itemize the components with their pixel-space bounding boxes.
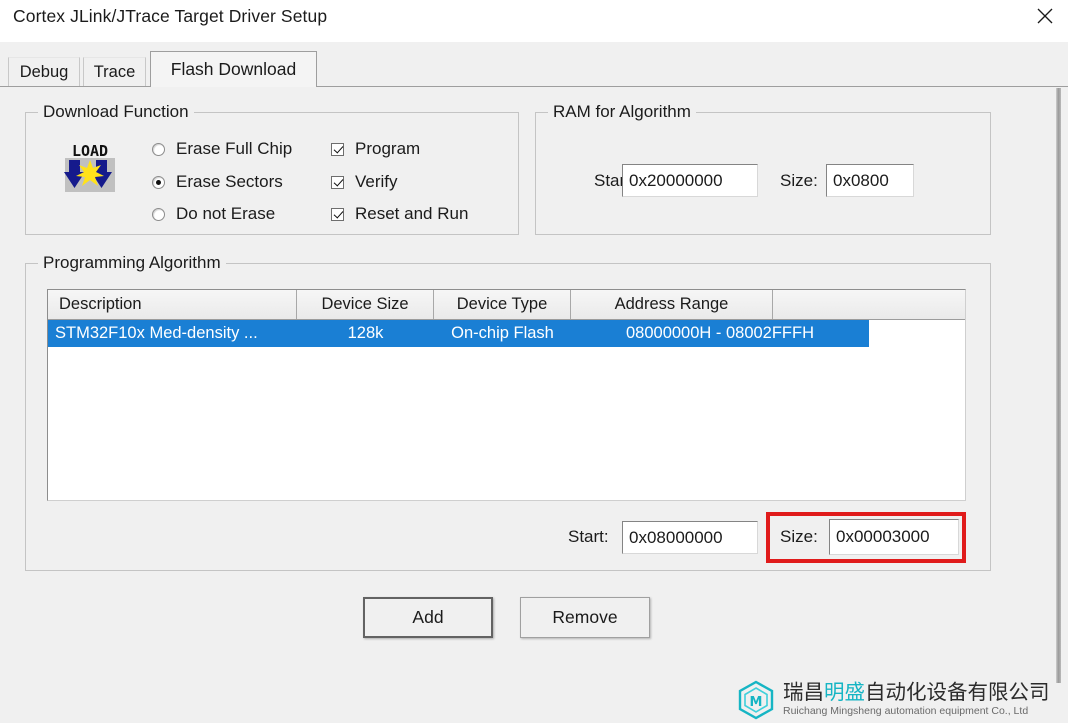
- company-logo-icon: M: [736, 680, 776, 720]
- cell-description: STM32F10x Med-density ...: [48, 320, 297, 347]
- checkbox-reset-and-run[interactable]: Reset and Run: [331, 204, 468, 224]
- radio-erase-sectors-label: Erase Sectors: [176, 172, 283, 191]
- close-icon: [1037, 8, 1053, 24]
- download-function-title: Download Function: [38, 102, 194, 122]
- radio-do-not-erase[interactable]: Do not Erase: [152, 204, 275, 224]
- tab-flash-download[interactable]: Flash Download: [150, 51, 317, 87]
- watermark-company-cn: 瑞昌明盛自动化设备有限公司: [783, 679, 1050, 704]
- tab-debug[interactable]: Debug: [8, 57, 80, 87]
- add-button-label: Add: [412, 607, 444, 627]
- checkbox-program[interactable]: Program: [331, 139, 420, 159]
- checkbox-verify-indicator: [331, 175, 344, 189]
- tab-trace-label: Trace: [93, 63, 136, 81]
- cell-device-size: 128k: [297, 320, 434, 347]
- tab-debug-label: Debug: [19, 63, 69, 81]
- column-header-description[interactable]: Description: [48, 290, 297, 319]
- checkbox-verify-label: Verify: [355, 172, 398, 191]
- close-button[interactable]: [1022, 0, 1068, 32]
- checkbox-program-indicator: [331, 142, 344, 156]
- svg-text:M: M: [750, 695, 763, 710]
- column-header-device-type[interactable]: Device Type: [434, 290, 571, 319]
- watermark-company-en: Ruichang Mingsheng automation equipment …: [783, 705, 1029, 718]
- checkbox-program-label: Program: [355, 139, 421, 158]
- radio-erase-sectors[interactable]: Erase Sectors: [152, 172, 283, 192]
- load-icon: LOAD: [63, 142, 117, 194]
- checkbox-reset-and-run-label: Reset and Run: [355, 204, 469, 223]
- window-titlebar: Cortex JLink/JTrace Target Driver Setup: [0, 0, 1068, 42]
- checkbox-verify[interactable]: Verify: [331, 172, 398, 192]
- algorithm-start-label: Start:: [568, 527, 609, 546]
- tab-flash-download-label: Flash Download: [170, 59, 297, 79]
- algorithm-start-input[interactable]: 0x08000000: [622, 521, 758, 554]
- radio-erase-full-chip-label: Erase Full Chip: [176, 139, 293, 158]
- remove-button-label: Remove: [552, 607, 618, 627]
- cell-address-range: 08000000H - 08002FFFH: [571, 320, 869, 347]
- programming-algorithm-title: Programming Algorithm: [38, 253, 226, 273]
- remove-button[interactable]: Remove: [520, 597, 650, 638]
- algorithm-size-input[interactable]: 0x00003000: [829, 519, 959, 555]
- watermark: M 瑞昌明盛自动化设备有限公司 Ruichang Mingsheng autom…: [736, 676, 1068, 723]
- ram-for-algorithm-title: RAM for Algorithm: [548, 102, 696, 122]
- table-row[interactable]: STM32F10x Med-density ... 128k On-chip F…: [48, 320, 965, 347]
- radio-erase-full-chip-indicator: [152, 142, 165, 156]
- cell-device-type: On-chip Flash: [434, 320, 571, 347]
- radio-do-not-erase-indicator: [152, 207, 165, 221]
- watermark-text: 瑞昌明盛自动化设备有限公司 Ruichang Mingsheng automat…: [783, 679, 1050, 718]
- column-header-address-range[interactable]: Address Range: [571, 290, 773, 319]
- radio-erase-sectors-indicator: [152, 175, 165, 189]
- radio-do-not-erase-label: Do not Erase: [176, 204, 276, 223]
- svg-text:LOAD: LOAD: [72, 142, 108, 160]
- add-button[interactable]: Add: [363, 597, 493, 638]
- radio-erase-full-chip[interactable]: Erase Full Chip: [152, 139, 292, 159]
- watermark-cn-highlight: 明盛: [824, 679, 865, 704]
- watermark-cn-part1: 瑞昌: [783, 679, 824, 704]
- tab-strip: Debug Trace Flash Download: [0, 42, 1068, 87]
- programming-algorithm-table[interactable]: Description Device Size Device Type Addr…: [47, 289, 966, 501]
- tab-trace[interactable]: Trace: [83, 57, 146, 87]
- watermark-cn-part2: 自动化设备有限公司: [865, 679, 1050, 704]
- checkbox-reset-and-run-indicator: [331, 207, 344, 221]
- window-title: Cortex JLink/JTrace Target Driver Setup: [13, 6, 328, 26]
- table-header-row: Description Device Size Device Type Addr…: [48, 290, 965, 320]
- ram-start-input[interactable]: 0x20000000: [622, 164, 758, 197]
- algorithm-size-label: Size:: [780, 527, 818, 546]
- panel-scrollbar[interactable]: [1056, 88, 1061, 683]
- column-header-device-size[interactable]: Device Size: [297, 290, 434, 319]
- column-header-extra[interactable]: [773, 290, 965, 319]
- ram-size-label: Size:: [780, 171, 818, 190]
- ram-size-input[interactable]: 0x0800: [826, 164, 914, 197]
